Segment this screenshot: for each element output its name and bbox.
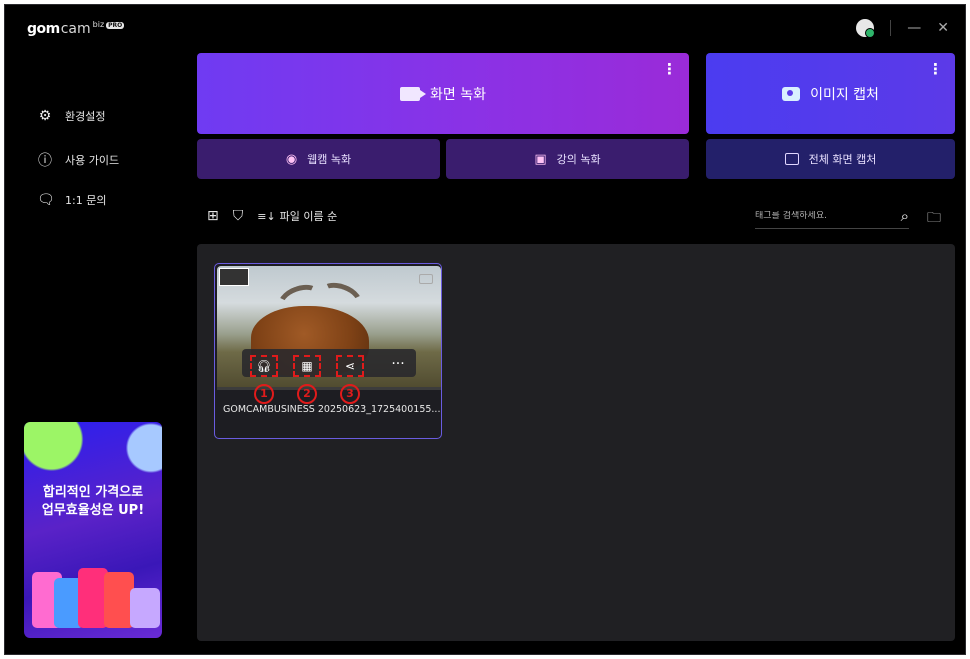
filter-icon[interactable]: ⛉ (233, 208, 244, 224)
sidebar-item-label: 1:1 문의 (65, 194, 107, 207)
lecture-record-button[interactable]: ▣ 강의 녹화 (446, 139, 689, 179)
sidebar-item-label: 사용 가이드 (65, 154, 120, 167)
folder-icon[interactable]: 🗀 (927, 207, 941, 231)
annotation-marker: 2 (297, 384, 317, 404)
logo-cam: cam (60, 21, 91, 37)
logo-biz: biz (92, 20, 105, 29)
logo-gom: gom (27, 21, 60, 37)
sidebar-item-label: 환경설정 (65, 110, 106, 123)
close-button[interactable]: ✕ (937, 20, 949, 36)
account-icon[interactable] (856, 19, 876, 38)
app-logo: gom cam biz PRO (27, 20, 125, 37)
image-icon[interactable]: ▦ (293, 355, 321, 377)
more-options-icon[interactable]: ⋮ (662, 62, 677, 77)
sort-button[interactable]: ≡↓ 파일 이름 순 (257, 208, 337, 224)
file-toolbar: ⊞ ⛉ ≡↓ 파일 이름 순 (207, 208, 337, 224)
sidebar-item-inquiry[interactable]: 🗨 1:1 문의 (37, 192, 106, 208)
sidebar-item-settings[interactable]: ⚙ 환경설정 (37, 108, 106, 124)
sort-icon: ≡↓ (257, 209, 276, 223)
screen-record-button[interactable]: 화면 녹화 ⋮ (197, 53, 689, 134)
window-controls: — ✕ (856, 19, 949, 38)
full-screen-capture-button[interactable]: 전체 화면 캡처 (706, 139, 955, 179)
share-icon[interactable]: ⋖ (336, 355, 364, 377)
promo-illustration (32, 566, 160, 628)
screen-record-label: 화면 녹화 (430, 86, 486, 103)
file-card[interactable]: 🎧︎ ▦ ⋖ ··· 1 2 3 GOMCAMBUSINESS 20250623… (214, 263, 442, 439)
tag-search: ⌕ (755, 203, 909, 229)
full-screen-capture-label: 전체 화면 캡처 (808, 153, 877, 166)
video-type-icon (419, 274, 433, 284)
promo-banner[interactable]: 합리적인 가격으로 업무효율성은 UP! (24, 422, 162, 638)
promo-text: 합리적인 가격으로 업무효율성은 UP! (24, 484, 162, 520)
sidebar-item-guide[interactable]: ⓘ 사용 가이드 (37, 150, 119, 170)
file-name: GOMCAMBUSINESS 20250623_1725400155... (223, 404, 441, 415)
promo-line-2: 업무효율성은 UP! (41, 503, 145, 518)
webcam-record-button[interactable]: ◉ 웹캠 녹화 (197, 139, 440, 179)
app-window: gom cam biz PRO — ✕ ⚙ 환경설정 ⓘ 사용 가이드 🗨 1:… (4, 4, 966, 655)
lecture-icon: ▣ (534, 151, 547, 167)
more-icon[interactable]: ··· (381, 355, 415, 377)
annotation-marker: 3 (340, 384, 360, 404)
file-panel: 🎧︎ ▦ ⋖ ··· 1 2 3 GOMCAMBUSINESS 20250623… (197, 244, 955, 641)
fullscreen-icon (784, 153, 799, 165)
headphones-icon[interactable]: 🎧︎ (250, 355, 278, 377)
grid-view-icon[interactable]: ⊞ (207, 208, 219, 224)
search-icon[interactable]: ⌕ (901, 207, 909, 225)
image-capture-button[interactable]: 이미지 캡처 ⋮ (706, 53, 955, 134)
lecture-record-label: 강의 녹화 (556, 153, 601, 166)
webcam-icon: ◉ (285, 151, 298, 167)
video-camera-icon (400, 86, 426, 101)
progress-bar (217, 387, 441, 390)
divider (890, 20, 892, 36)
image-capture-label: 이미지 캡처 (810, 86, 879, 103)
promo-card (130, 588, 160, 628)
tag-search-input[interactable] (755, 210, 873, 221)
chat-icon: 🗨 (37, 192, 55, 208)
promo-line-1: 합리적인 가격으로 (42, 485, 144, 500)
gear-icon: ⚙ (38, 108, 52, 124)
info-icon: ⓘ (38, 153, 52, 169)
more-options-icon[interactable]: ⋮ (928, 62, 943, 77)
logo-badge: PRO (106, 22, 125, 29)
webcam-record-label: 웹캠 녹화 (307, 153, 352, 166)
preview-icon (219, 268, 249, 286)
annotation-marker: 1 (254, 384, 274, 404)
camera-icon (782, 86, 801, 101)
minimize-button[interactable]: — (907, 20, 921, 36)
sort-label: 파일 이름 순 (279, 210, 338, 223)
